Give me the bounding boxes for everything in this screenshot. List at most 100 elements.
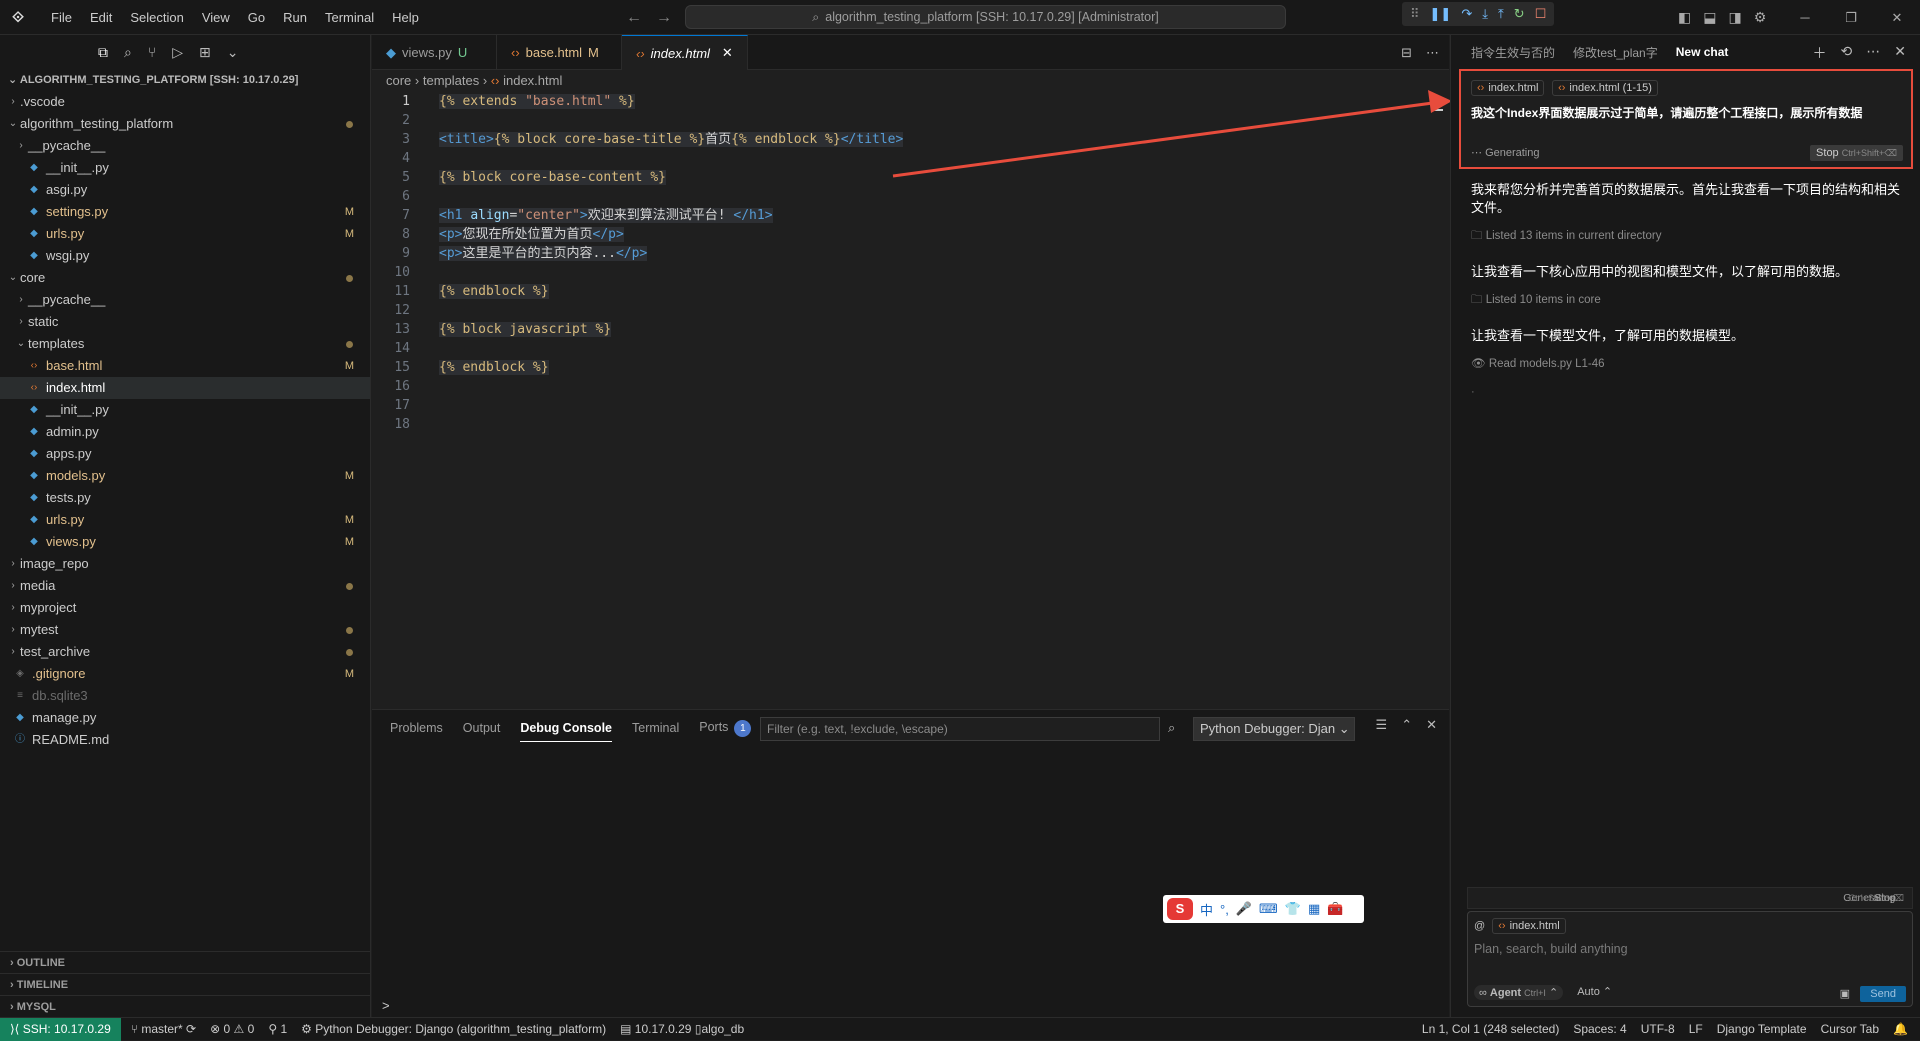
tree-item[interactable]: ◆ views.py M bbox=[0, 531, 370, 553]
panel-tab-ports[interactable]: Ports 1 bbox=[699, 719, 752, 737]
indentation[interactable]: Spaces: 4 bbox=[1573, 1022, 1626, 1036]
restart-icon[interactable]: ↻ bbox=[1514, 6, 1525, 22]
minimize-icon[interactable]: ─ bbox=[1782, 0, 1828, 35]
clear-console-icon[interactable]: ☰ bbox=[1376, 717, 1388, 733]
gear-icon[interactable]: ⚙ bbox=[1754, 9, 1767, 26]
close-window-icon[interactable]: ✕ bbox=[1874, 0, 1920, 35]
language-mode[interactable]: Django Template bbox=[1717, 1022, 1807, 1036]
stop-icon[interactable]: ☐ bbox=[1535, 6, 1547, 22]
response-step[interactable]: 🗀 Listed 13 items in current directory bbox=[1471, 228, 1907, 247]
toggle-sidebar-icon[interactable]: ◧ bbox=[1678, 9, 1691, 26]
menu-go[interactable]: Go bbox=[239, 0, 274, 35]
ports-indicator[interactable]: ⚲ 1 bbox=[268, 1022, 287, 1036]
chat-tab-new[interactable]: New chat bbox=[1676, 45, 1729, 59]
panel-tab-debug-console[interactable]: Debug Console bbox=[520, 721, 612, 742]
context-chip[interactable]: ‹› index.html (1-15) bbox=[1552, 80, 1658, 96]
remote-indicator[interactable]: ⟩⟨ SSH: 10.17.0.29 bbox=[0, 1017, 121, 1041]
chat-input-field[interactable]: Plan, search, build anything bbox=[1474, 942, 1906, 956]
code-line[interactable]: 13 {% block javascript %} bbox=[372, 320, 1449, 339]
ime-lang[interactable]: 中 bbox=[1200, 900, 1213, 919]
code-line[interactable]: 10 bbox=[372, 263, 1449, 282]
filter-search-icon[interactable]: ⌕ bbox=[1168, 720, 1175, 736]
menu-edit[interactable]: Edit bbox=[81, 0, 121, 35]
tree-item[interactable]: ◆ settings.py M bbox=[0, 201, 370, 223]
tree-item[interactable]: › test_archive bbox=[0, 641, 370, 663]
code-editor[interactable]: 1 {% extends "base.html" %} 2 3 <title>{% bl… bbox=[372, 92, 1449, 434]
chevron-down-icon[interactable]: ⌄ bbox=[227, 44, 239, 61]
tree-item[interactable]: ◆ manage.py bbox=[0, 707, 370, 729]
tree-item[interactable]: ≡ db.sqlite3 bbox=[0, 685, 370, 707]
debugger-select[interactable]: Python Debugger: Djan ⌄ bbox=[1193, 717, 1355, 741]
split-editor-icon[interactable]: ⊟ bbox=[1401, 45, 1412, 61]
breadcrumb-file[interactable]: index.html bbox=[503, 73, 562, 88]
model-selector[interactable]: Auto ⌃ bbox=[1577, 985, 1612, 1000]
tree-item[interactable]: ◆ urls.py M bbox=[0, 509, 370, 531]
search-icon[interactable]: ⌕ bbox=[124, 44, 132, 61]
tree-item[interactable]: ⌄ algorithm_testing_platform bbox=[0, 113, 370, 135]
more-icon[interactable]: ⋯ bbox=[1426, 45, 1439, 61]
chat-compose-box[interactable]: @ ‹› index.html Plan, search, build anyth… bbox=[1467, 911, 1913, 1007]
code-line[interactable]: 1 {% extends "base.html" %} bbox=[372, 92, 1449, 111]
tree-item[interactable]: ◆ __init__.py bbox=[0, 399, 370, 421]
send-button[interactable]: Send bbox=[1860, 986, 1906, 1002]
tree-item[interactable]: ⌄ templates bbox=[0, 333, 370, 355]
problems-indicator[interactable]: ⊗ 0 ⚠ 0 bbox=[210, 1022, 254, 1036]
debug-console-prompt[interactable]: > bbox=[382, 998, 390, 1013]
tree-item[interactable]: ◆ tests.py bbox=[0, 487, 370, 509]
tree-item[interactable]: ◆ asgi.py bbox=[0, 179, 370, 201]
code-line[interactable]: 5 {% block core-base-content %} bbox=[372, 168, 1449, 187]
debug-filter-input[interactable]: Filter (e.g. text, !exclude, \escape) bbox=[760, 717, 1160, 741]
code-line[interactable]: 12 bbox=[372, 301, 1449, 320]
agent-mode-selector[interactable]: ∞ Agent Ctrl+I ⌃ bbox=[1474, 985, 1564, 1000]
step-out-icon[interactable]: ⤒ bbox=[1498, 6, 1504, 22]
code-line[interactable]: 4 bbox=[372, 149, 1449, 168]
generating-bar-stop[interactable]: Stop Ctrl+Shift+⌫ bbox=[1849, 888, 1904, 908]
tree-item[interactable]: ◆ apps.py bbox=[0, 443, 370, 465]
explorer-header[interactable]: ⌄ ALGORITHM_TESTING_PLATFORM [SSH: 10.17… bbox=[0, 69, 370, 91]
cursor-position[interactable]: Ln 1, Col 1 (248 selected) bbox=[1422, 1022, 1559, 1036]
menu-file[interactable]: File bbox=[42, 0, 81, 35]
image-attach-icon[interactable]: ▣ bbox=[1840, 987, 1850, 1000]
ime-punct[interactable]: °, bbox=[1220, 902, 1229, 917]
explorer-icon[interactable]: ⧉ bbox=[98, 44, 108, 61]
microphone-icon[interactable]: 🎤 bbox=[1236, 901, 1252, 917]
forward-arrow-icon[interactable]: → bbox=[656, 9, 672, 27]
tree-item[interactable]: › mytest bbox=[0, 619, 370, 641]
breadcrumb-templates[interactable]: templates bbox=[423, 73, 479, 88]
source-control-icon[interactable]: ⑂ bbox=[148, 44, 156, 60]
extensions-icon[interactable]: ⊞ bbox=[199, 44, 211, 61]
tree-item[interactable]: › __pycache__ bbox=[0, 135, 370, 157]
code-line[interactable]: 18 bbox=[372, 415, 1449, 434]
context-chip[interactable]: ‹› index.html bbox=[1471, 80, 1545, 96]
code-line[interactable]: 11 {% endblock %} bbox=[372, 282, 1449, 301]
plus-icon[interactable]: ＋ bbox=[1813, 43, 1827, 63]
command-center[interactable]: ⌕ algorithm_testing_platform [SSH: 10.17… bbox=[685, 5, 1286, 29]
code-line[interactable]: 9 <p>这里是平台的主页内容...</p> bbox=[372, 244, 1449, 263]
close-icon[interactable]: ✕ bbox=[1894, 43, 1906, 63]
menu-run[interactable]: Run bbox=[274, 0, 316, 35]
code-line[interactable]: 6 bbox=[372, 187, 1449, 206]
tree-item[interactable]: ◆ urls.py M bbox=[0, 223, 370, 245]
close-icon[interactable]: ✕ bbox=[722, 45, 733, 61]
tree-item[interactable]: ‹› base.html M bbox=[0, 355, 370, 377]
tree-item[interactable]: ◆ admin.py bbox=[0, 421, 370, 443]
back-arrow-icon[interactable]: ← bbox=[626, 9, 642, 27]
tree-item[interactable]: ⌄ core bbox=[0, 267, 370, 289]
drag-handle-icon[interactable]: ⠿ bbox=[1410, 6, 1420, 22]
pause-icon[interactable]: ❚❚ bbox=[1430, 6, 1452, 22]
restore-icon[interactable]: ❐ bbox=[1828, 0, 1874, 35]
tree-item[interactable]: ⓘ README.md bbox=[0, 729, 370, 751]
tree-item[interactable]: › .vscode bbox=[0, 91, 370, 113]
stop-button[interactable]: Stop Ctrl+Shift+⌫ bbox=[1810, 145, 1903, 161]
more-icon[interactable]: ⋯ bbox=[1866, 43, 1880, 63]
code-line[interactable]: 3 <title>{% block core-base-title %}首页{% … bbox=[372, 130, 1449, 149]
menu-help[interactable]: Help bbox=[383, 0, 428, 35]
tab-views-py[interactable]: ◆ views.py U bbox=[372, 35, 497, 70]
panel-tab-terminal[interactable]: Terminal bbox=[632, 721, 679, 735]
notifications-bell-icon[interactable]: 🔔 bbox=[1893, 1022, 1908, 1036]
ime-toolbar[interactable]: S 中 °, 🎤 ⌨ 👕 ▦ 🧰 bbox=[1163, 895, 1364, 923]
breadcrumb-core[interactable]: core bbox=[386, 73, 411, 88]
step-into-icon[interactable]: ⤓ bbox=[1482, 6, 1488, 22]
chat-tab-1[interactable]: 指令生效与否的 bbox=[1471, 44, 1555, 61]
db-indicator[interactable]: ▤ 10.17.0.29 ▯algo_db bbox=[620, 1022, 744, 1036]
